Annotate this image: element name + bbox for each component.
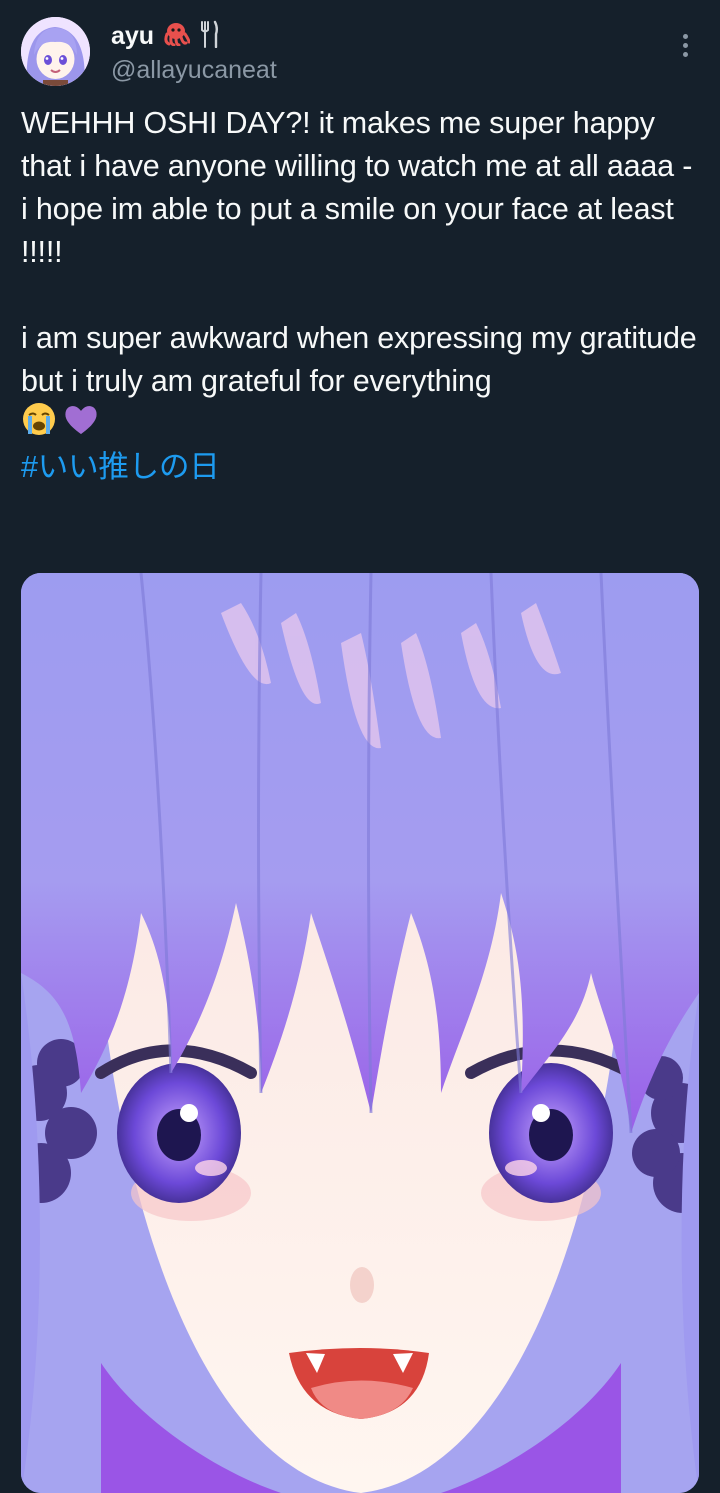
tweet-emojis: [21, 401, 706, 449]
author-name-row[interactable]: ayu: [111, 18, 220, 54]
tweet-body: WEHHH OSHI DAY?! it makes me super happy…: [21, 102, 706, 489]
author-avatar[interactable]: [21, 17, 90, 86]
tweet-paragraph-2: i am super awkward when expressing my gr…: [21, 321, 697, 398]
author-handle[interactable]: @allayucaneat: [111, 56, 277, 85]
fork-and-knife-icon: [198, 20, 220, 53]
purple-heart-icon: [63, 402, 99, 448]
tweet-media-image[interactable]: [21, 573, 699, 1493]
tweet-paragraph-1: WEHHH OSHI DAY?! it makes me super happy…: [21, 106, 693, 269]
author-display-name[interactable]: ayu: [111, 22, 154, 51]
hashtag-link[interactable]: #いい推しの日: [21, 446, 706, 489]
octopus-icon: [162, 22, 191, 51]
more-options-icon[interactable]: [671, 30, 699, 60]
anime-character-illustration: [21, 573, 699, 1493]
loudly-crying-face-icon: [21, 401, 57, 449]
avatar-image: [21, 17, 90, 86]
